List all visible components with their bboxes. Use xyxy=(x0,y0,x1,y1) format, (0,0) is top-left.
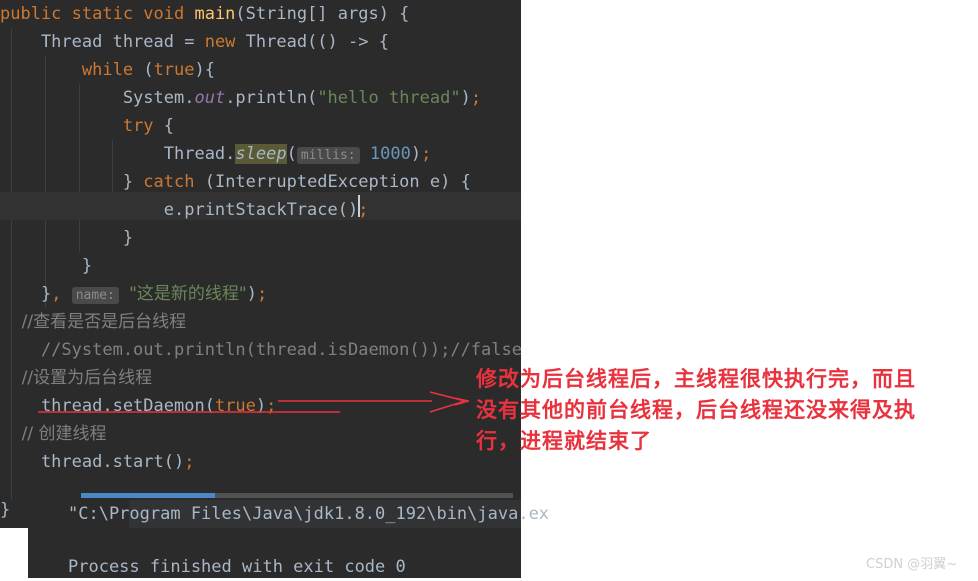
code-token-5-5: 1000 xyxy=(369,144,411,164)
code-line-8[interactable]: } xyxy=(0,224,521,252)
code-token-14-3: ; xyxy=(266,396,277,416)
code-token-17-0: } xyxy=(0,500,11,520)
code-token-12-0: //System.out.println(thread.isDaemon());… xyxy=(0,340,522,360)
console-result-line: Process finished with exit code 0 xyxy=(68,557,406,577)
code-line-2[interactable]: while (true){ xyxy=(0,56,521,84)
code-line-13[interactable]: //设置为后台线程 xyxy=(0,364,521,392)
code-token-10-5: "这是新的线程" xyxy=(129,284,247,304)
code-token-3-0: System. xyxy=(0,88,195,108)
code-token-5-0: Thread. xyxy=(0,144,236,164)
code-token-2-0 xyxy=(0,60,82,80)
code-token-11-0: //查看是否是后台线程 xyxy=(0,312,187,332)
annotation-line-2: 没有其他的前台线程，后台线程还没来得及执 xyxy=(476,397,916,422)
code-token-10-3: name: xyxy=(71,287,119,304)
code-line-1[interactable]: Thread thread = new Thread(() -> { xyxy=(0,28,521,56)
code-token-2-3: true xyxy=(153,60,195,80)
code-token-7-0: e.printStackTrace() xyxy=(0,200,359,220)
code-token-6-2: (InterruptedException e) { xyxy=(194,172,471,192)
code-token-14-2: ) xyxy=(255,396,267,416)
code-token-1-0: Thread thread = xyxy=(0,32,205,52)
code-token-14-0: thread.setDaemon( xyxy=(0,396,215,416)
code-token-5-7: ; xyxy=(421,144,432,164)
code-token-10-7: ; xyxy=(256,284,268,304)
code-token-4-2: { xyxy=(153,116,175,136)
code-token-5-4 xyxy=(360,144,370,164)
code-token-14-1: true xyxy=(214,396,256,416)
annotation-line-1: 修改为后台线程后，主线程很快执行完，而且 xyxy=(476,366,916,391)
code-line-3[interactable]: System.out.println("hello thread"); xyxy=(0,84,521,112)
csdn-watermark: CSDN @羽翼~ xyxy=(866,557,958,572)
code-token-10-1: , xyxy=(51,284,62,304)
code-token-3-4: ) xyxy=(460,88,471,108)
code-line-14[interactable]: thread.setDaemon(true); xyxy=(0,392,521,420)
code-editor-panel[interactable]: public static void main(String[] args) {… xyxy=(0,0,522,528)
code-token-5-3: millis: xyxy=(296,147,360,164)
code-token-6-0: } xyxy=(0,172,144,192)
code-line-12[interactable]: //System.out.println(thread.isDaemon());… xyxy=(0,336,522,364)
code-token-10-6: ) xyxy=(246,284,257,304)
code-token-16-1: ; xyxy=(184,452,195,472)
code-token-1-1: new xyxy=(204,32,236,52)
code-line-7[interactable]: e.printStackTrace(); xyxy=(0,196,521,224)
code-token-4-1: try xyxy=(122,116,154,136)
code-token-3-5: ; xyxy=(470,88,482,108)
code-token-0-1: main xyxy=(194,4,236,24)
code-line-15[interactable]: // 创建线程 xyxy=(0,420,521,448)
code-token-10-4 xyxy=(119,284,129,304)
code-token-13-0: //设置为后台线程 xyxy=(0,368,153,388)
code-token-10-0: } xyxy=(0,284,52,304)
code-token-5-6: ) xyxy=(410,144,422,164)
annotation-text: 修改为后台线程后，主线程很快执行完，而且 没有其他的前台线程，后台线程还没来得及… xyxy=(476,363,976,456)
code-line-5[interactable]: Thread.sleep(millis: 1000); xyxy=(0,140,521,168)
progress-bar-fill xyxy=(81,493,215,498)
code-token-10-2 xyxy=(61,284,71,304)
code-token-3-1: out xyxy=(194,88,226,108)
code-token-2-2: ( xyxy=(133,60,154,80)
code-token-6-1: catch xyxy=(143,172,195,192)
code-line-16[interactable]: thread.start(); xyxy=(0,448,521,476)
code-token-2-4: ){ xyxy=(194,60,215,80)
code-token-1-2: Thread(() -> { xyxy=(235,32,389,52)
code-token-5-2: ( xyxy=(286,144,297,164)
code-token-9-0: } xyxy=(0,256,93,276)
code-token-3-2: .println( xyxy=(225,88,318,108)
code-token-4-0 xyxy=(0,116,123,136)
run-console-panel[interactable]: "C:\Program Files\Java\jdk1.8.0_192\bin\… xyxy=(28,489,549,578)
code-token-0-2: (String[] args) { xyxy=(235,4,410,24)
code-token-3-3: "hello thread" xyxy=(317,88,461,108)
code-line-11[interactable]: //查看是否是后台线程 xyxy=(0,308,521,336)
code-token-16-0: thread.start() xyxy=(0,452,185,472)
code-token-2-1: while xyxy=(81,60,134,80)
code-token-0-0: public static void xyxy=(0,4,195,24)
code-token-15-0: // 创建线程 xyxy=(0,424,107,444)
code-line-4[interactable]: try { xyxy=(0,112,521,140)
code-line-9[interactable]: } xyxy=(0,252,521,280)
code-line-6[interactable]: } catch (InterruptedException e) { xyxy=(0,168,521,196)
annotation-line-3: 行，进程就结束了 xyxy=(476,428,652,453)
text-caret xyxy=(358,195,360,217)
progress-bar-track xyxy=(81,493,513,498)
code-token-8-0: } xyxy=(0,228,134,248)
code-token-5-1: sleep xyxy=(235,144,287,164)
console-command-line: "C:\Program Files\Java\jdk1.8.0_192\bin\… xyxy=(68,504,550,524)
code-line-10[interactable]: }, name: "这是新的线程"); xyxy=(0,280,521,308)
code-line-0[interactable]: public static void main(String[] args) { xyxy=(0,0,521,28)
